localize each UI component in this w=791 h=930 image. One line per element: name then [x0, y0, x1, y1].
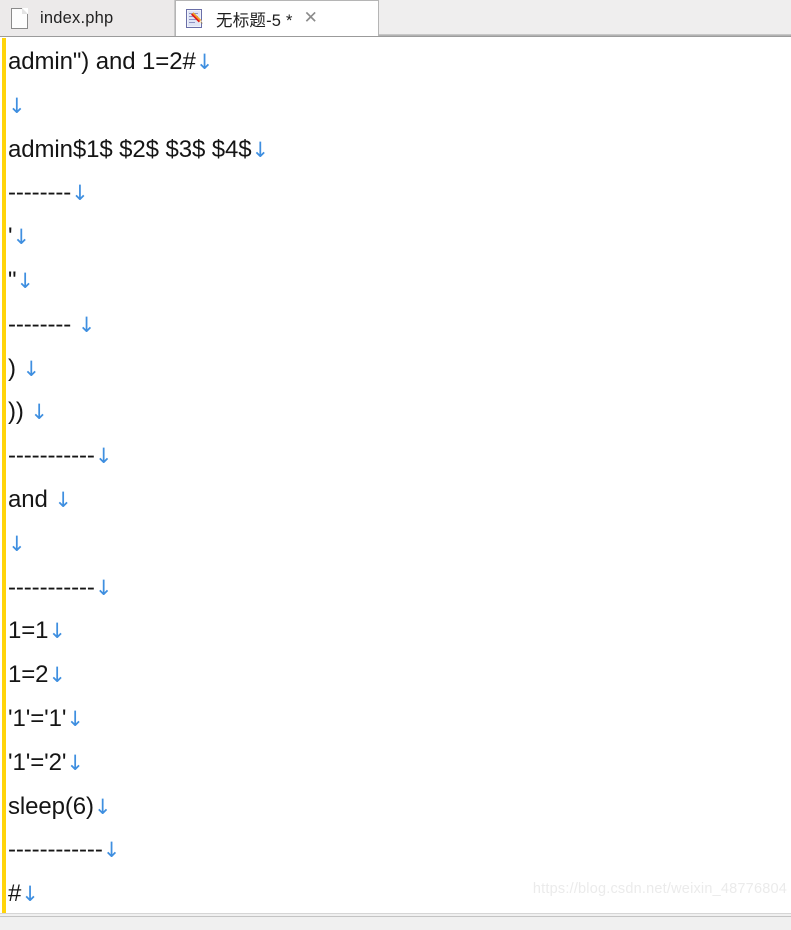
eol-marker-icon: ↓ — [12, 225, 30, 250]
code-line[interactable]: admin$1$ $2$ $3$ $4$↓ — [8, 128, 791, 172]
code-line-text: )) — [8, 398, 31, 426]
code-line[interactable]: '1'='2'↓ — [8, 741, 791, 785]
page-icon — [9, 7, 31, 29]
tab-untitled-5[interactable]: 无标题-5 * ✕ — [175, 0, 379, 36]
code-line[interactable]: and ↓ — [8, 478, 791, 522]
eol-marker-icon: ↓ — [54, 487, 72, 512]
tab-label: index.php — [40, 8, 114, 27]
fold-margin-indicator — [2, 38, 6, 913]
eol-marker-icon: ↓ — [22, 356, 40, 381]
eol-marker-icon: ↓ — [93, 794, 112, 819]
eol-marker-icon: ↓ — [21, 882, 39, 907]
eol-marker-icon: ↓ — [66, 750, 84, 775]
tab-bar: index.php 无标题-5 * ✕ — [0, 0, 791, 37]
eol-marker-icon: ↓ — [77, 312, 96, 337]
code-line[interactable]: ------------↓ — [8, 828, 791, 872]
code-line[interactable]: --------↓ — [8, 171, 791, 215]
code-lines: admin") and 1=2#↓ ↓ admin$1$ $2$ $3$ $4$↓ -… — [8, 40, 791, 913]
tab-bar-empty-area — [379, 0, 791, 36]
code-line-text: 1=2 — [8, 661, 49, 689]
eol-marker-icon: ↓ — [8, 93, 26, 118]
notepad-pencil-icon — [185, 8, 207, 30]
eol-marker-icon: ↓ — [66, 706, 84, 731]
code-line[interactable]: sleep(6)↓ — [8, 785, 791, 829]
code-line-text: and — [8, 485, 55, 513]
tab-label: 无标题-5 * — [216, 11, 293, 30]
code-line-text: ) — [8, 354, 23, 382]
code-line-text: # — [8, 880, 22, 908]
eol-marker-icon: ↓ — [8, 531, 26, 556]
code-line-text: '1'='1' — [8, 704, 67, 732]
code-line-text: admin$1$ $2$ $3$ $4$ — [8, 135, 252, 163]
code-line-text: admin") and 1=2# — [8, 48, 196, 75]
eol-marker-icon: ↓ — [48, 619, 66, 644]
status-bar — [0, 913, 791, 930]
code-line[interactable]: admin") and 1=2#↓ — [8, 40, 791, 84]
eol-marker-icon: ↓ — [102, 838, 121, 863]
code-line[interactable]: "↓ — [8, 259, 791, 303]
code-line-text: -------- — [8, 179, 72, 207]
code-line[interactable]: )) ↓ — [8, 390, 791, 434]
code-line[interactable]: 1=1↓ — [8, 609, 791, 653]
code-line[interactable]: 1=2↓ — [8, 653, 791, 697]
eol-marker-icon: ↓ — [16, 268, 34, 293]
eol-marker-icon: ↓ — [94, 575, 113, 600]
code-line-text: ----------- — [8, 442, 95, 470]
code-line[interactable]: -------- ↓ — [8, 303, 791, 347]
code-line[interactable]: '↓ — [8, 215, 791, 259]
code-line[interactable]: -----------↓ — [8, 566, 791, 610]
code-line[interactable]: '1'='1'↓ — [8, 697, 791, 741]
eol-marker-icon: ↓ — [30, 400, 48, 425]
eol-marker-icon: ↓ — [94, 444, 113, 469]
watermark: https://blog.csdn.net/weixin_48776804 — [532, 881, 787, 897]
code-line-text: ----------- — [8, 573, 95, 601]
code-line[interactable]: ↓ — [8, 522, 791, 566]
eol-marker-icon: ↓ — [48, 663, 66, 688]
eol-marker-icon: ↓ — [71, 181, 89, 206]
code-line[interactable]: ) ↓ — [8, 347, 791, 391]
code-line-text: sleep(6) — [8, 792, 94, 820]
close-icon[interactable]: ✕ — [304, 10, 318, 27]
code-line-text: -------- — [8, 310, 78, 338]
editor-text-area[interactable]: admin") and 1=2#↓ ↓ admin$1$ $2$ $3$ $4$↓ -… — [0, 38, 791, 913]
eol-marker-icon: ↓ — [251, 137, 270, 162]
code-line-text: ------------ — [8, 836, 103, 864]
eol-marker-icon: ↓ — [195, 50, 214, 74]
code-line-text: 1=1 — [8, 617, 49, 645]
code-line[interactable]: ↓ — [8, 84, 791, 128]
code-line-text: '1'='2' — [8, 748, 67, 776]
code-line[interactable]: -----------↓ — [8, 434, 791, 478]
tab-index-php[interactable]: index.php — [0, 0, 175, 36]
